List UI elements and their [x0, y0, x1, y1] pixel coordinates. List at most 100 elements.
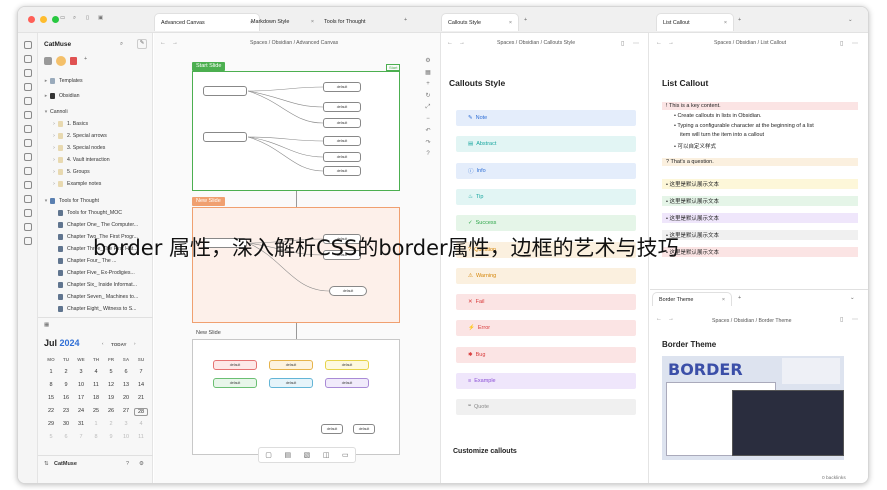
tab-markdown-style[interactable]: Markdown Style ×	[245, 13, 320, 31]
tab-callouts-style[interactable]: Callouts Style ×	[441, 13, 519, 31]
close-icon[interactable]: ×	[311, 19, 314, 25]
breadcrumb-item[interactable]: Spaces	[497, 40, 514, 46]
callout-bug[interactable]: ✱ Bug	[456, 346, 636, 363]
help-icon[interactable]: ?	[126, 461, 129, 467]
link-icon[interactable]	[24, 167, 32, 175]
breadcrumb-item[interactable]: Advanced Canvas	[296, 40, 338, 46]
zoom-in-icon[interactable]: +	[422, 81, 434, 87]
callout-fail[interactable]: ✕ Fail	[456, 294, 636, 311]
calendar-day[interactable]: 29	[44, 421, 58, 427]
template-icon[interactable]	[24, 111, 32, 119]
breadcrumb-item[interactable]: Border Theme	[758, 318, 791, 324]
undo-icon[interactable]: ↶	[422, 127, 434, 134]
back-icon[interactable]: ←	[656, 40, 662, 46]
reset-zoom-icon[interactable]: ↻	[422, 92, 434, 99]
close-window-button[interactable]	[28, 16, 35, 23]
footer-vault-name[interactable]: CatMuse	[54, 461, 77, 467]
calendar-day[interactable]: 1	[89, 421, 103, 427]
callout-success[interactable]: ✓ Success	[456, 215, 636, 232]
calendar-day[interactable]: 24	[74, 408, 88, 414]
calendar-day[interactable]: 9	[59, 382, 73, 388]
red-book-icon[interactable]	[70, 57, 77, 65]
calendar-day[interactable]: 3	[119, 421, 133, 427]
redo-icon[interactable]: ↷	[422, 139, 434, 146]
grid-icon[interactable]: ▦	[422, 69, 434, 76]
calendar-day[interactable]: 10	[74, 382, 88, 388]
add-icon[interactable]: +	[84, 56, 87, 62]
list-item[interactable]: Chapter Seven_ Machines to...	[58, 291, 138, 302]
sidebar-item-tools-for-thought[interactable]: ▾ Tools for Thought	[42, 195, 99, 206]
calendar-day[interactable]: 5	[44, 434, 58, 440]
more-options-icon[interactable]: ⋯	[633, 40, 639, 47]
group-label[interactable]: Start Slide	[192, 62, 226, 71]
list-item[interactable]: Chapter Eight_ Witness to S...	[58, 303, 137, 314]
book-icon[interactable]	[44, 57, 52, 65]
calendar-day[interactable]: 13	[119, 382, 133, 388]
callout-tip[interactable]: ♨ Tip	[456, 188, 636, 205]
group-label[interactable]: New Slide	[196, 330, 221, 336]
close-icon[interactable]: ×	[509, 20, 512, 26]
group-label[interactable]: New Slide	[192, 197, 225, 206]
vault-switch-icon[interactable]: ⇅	[44, 461, 49, 467]
close-icon[interactable]: ×	[724, 20, 727, 26]
add-frame-icon[interactable]: ▭	[342, 451, 349, 459]
tab-list-callout[interactable]: List Callout ×	[656, 13, 734, 31]
search-icon[interactable]: ⌕	[73, 15, 76, 22]
add-group-icon[interactable]: ◫	[323, 451, 330, 459]
breadcrumb-item[interactable]: Spaces	[714, 40, 731, 46]
calendar-day[interactable]: 4	[134, 421, 148, 427]
calendar-day[interactable]: 8	[89, 434, 103, 440]
bookmark-icon[interactable]: ▯	[86, 15, 89, 21]
reading-view-icon[interactable]: ▯	[840, 316, 843, 323]
breadcrumb-item[interactable]: Obsidian	[734, 318, 754, 324]
calendar-day[interactable]: 11	[134, 434, 148, 440]
list-item[interactable]: › 5. Groups	[50, 166, 90, 177]
calendar-day[interactable]: 8	[44, 382, 58, 388]
settings-icon[interactable]: ⚙	[422, 57, 434, 64]
sidebar-toggle-icon[interactable]: ▣	[98, 15, 103, 21]
calendar-day[interactable]: 30	[59, 421, 73, 427]
calendar-day[interactable]: 3	[74, 369, 88, 375]
calendar-day[interactable]: 2	[59, 369, 73, 375]
callout-abstract[interactable]: ▤ Abstract	[456, 136, 636, 153]
database-icon[interactable]	[24, 209, 32, 217]
calendar-day[interactable]: 19	[104, 395, 118, 401]
tab-border-theme[interactable]: Border Theme ×	[652, 292, 732, 306]
new-tab-icon[interactable]: +	[738, 17, 741, 23]
breadcrumb-item[interactable]: List Callout	[760, 40, 786, 46]
callout-error[interactable]: ⚡ Error	[456, 320, 636, 337]
calendar-day[interactable]: 7	[74, 434, 88, 440]
new-note-icon[interactable]: ✎	[137, 39, 147, 49]
forward-icon[interactable]: →	[459, 40, 465, 46]
list-item[interactable]: › 2. Special arrows	[50, 130, 107, 141]
callout-example[interactable]: ≡ Example	[456, 373, 636, 389]
calendar-day[interactable]: 21	[134, 395, 148, 401]
calendar-day[interactable]: 16	[59, 395, 73, 401]
back-icon[interactable]: ←	[160, 40, 166, 46]
backlinks-count[interactable]: 0 backlinks	[822, 476, 846, 481]
list-item[interactable]: › 3. Special nodes	[50, 142, 105, 153]
today-button[interactable]: TODAY	[111, 342, 127, 347]
callout-quote[interactable]: ❝ Quote	[456, 399, 636, 416]
calendar-day[interactable]: 7	[134, 369, 148, 375]
calendar-day[interactable]: 2	[104, 421, 118, 427]
add-note-icon[interactable]: ▤	[284, 451, 291, 459]
minimize-window-button[interactable]	[40, 16, 47, 23]
back-icon[interactable]: ←	[656, 316, 662, 322]
zoom-window-button[interactable]	[52, 16, 59, 23]
list-item[interactable]: Chapter One_ The Computer...	[58, 219, 138, 230]
tab-tools-for-thought[interactable]: Tools for Thought	[318, 13, 400, 31]
sidebar-item-obsidian[interactable]: ▸ Obsidian	[42, 90, 79, 101]
callout-note[interactable]: ✎ Note	[456, 110, 636, 126]
gear-icon[interactable]: ⚙	[139, 461, 144, 467]
image-icon[interactable]	[24, 223, 32, 231]
calendar-day[interactable]: 4	[89, 369, 103, 375]
more-options-icon[interactable]: ⋯	[852, 40, 858, 47]
calendar-day[interactable]: 5	[104, 369, 118, 375]
reading-view-icon[interactable]: ▯	[840, 40, 843, 47]
close-icon[interactable]: ×	[722, 297, 725, 303]
breadcrumb-item[interactable]: Spaces	[712, 318, 729, 324]
calendar-day[interactable]: 6	[119, 369, 133, 375]
list-item[interactable]: › 1. Basics	[50, 118, 88, 129]
calendar-day[interactable]: 23	[59, 408, 73, 414]
